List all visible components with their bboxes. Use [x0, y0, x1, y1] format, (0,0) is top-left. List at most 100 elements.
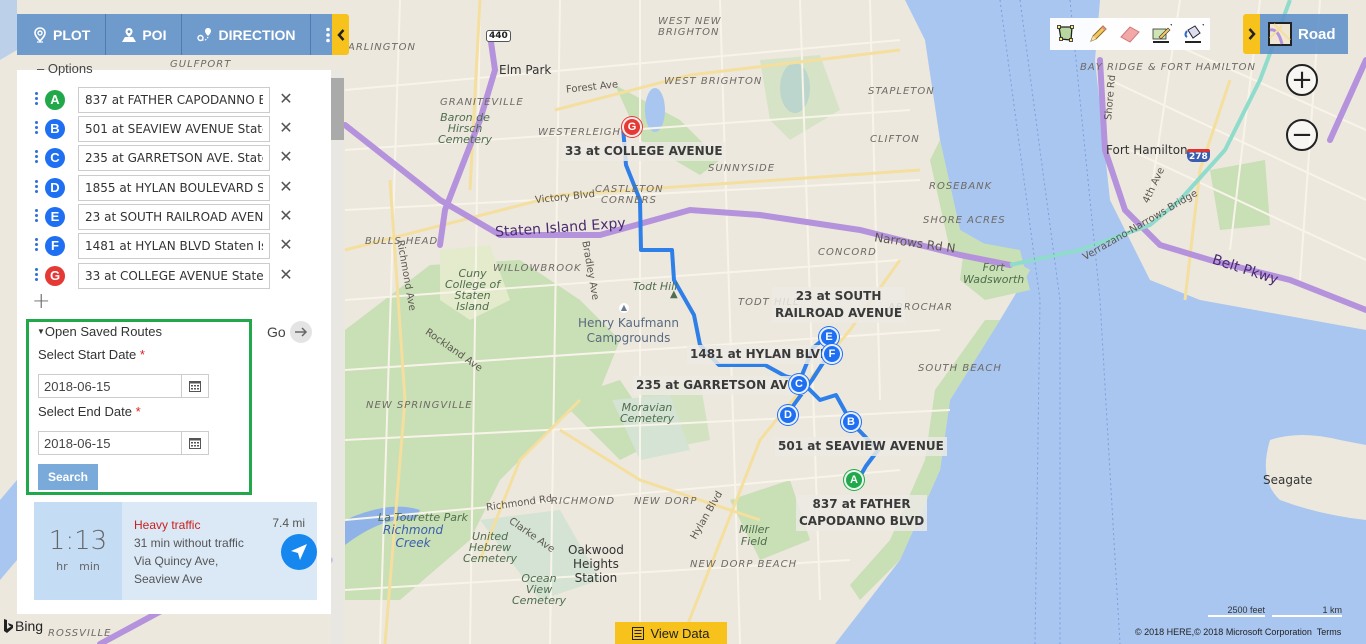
eraser-tool-button[interactable]: [1119, 23, 1141, 45]
place-henry-kaufmann: Henry Kaufmann Campgrounds: [578, 316, 679, 346]
map-style-button[interactable]: Road: [1260, 14, 1348, 54]
drag-handle-icon[interactable]: [35, 209, 39, 225]
park-ocean-view: Ocean View Cemetery: [512, 573, 566, 606]
map-pin-c-letter: C: [795, 378, 803, 390]
neighborhood-label: CLIFTON: [870, 134, 920, 145]
zoom-in-button[interactable]: +: [1286, 64, 1318, 96]
paint-bucket-icon: [1184, 24, 1204, 43]
waypoint-input-d[interactable]: [78, 175, 270, 201]
navigation-arrow-icon: [291, 544, 307, 560]
water-richmond-creek: Richmond Creek: [383, 524, 443, 550]
waypoint-input-a[interactable]: [78, 87, 270, 113]
saved-routes-toggle[interactable]: ▼Open Saved Routes: [37, 324, 162, 339]
zoom-out-button[interactable]: −: [1286, 119, 1318, 151]
park-united-hebrew: United Hebrew Cemetery: [463, 531, 517, 564]
map-pin-b[interactable]: B: [843, 414, 859, 430]
saved-routes-section: ▼Open Saved Routes Select Start Date * S…: [26, 319, 252, 495]
plot-button[interactable]: PLOT: [17, 14, 107, 55]
map-pin-c[interactable]: C: [791, 376, 807, 392]
end-date-input[interactable]: [39, 432, 182, 454]
poi-label: POI: [142, 26, 167, 43]
waypoint-input-f[interactable]: [78, 233, 270, 259]
map-pin-f[interactable]: F: [824, 346, 840, 362]
remove-waypoint-icon[interactable]: ✕: [277, 177, 295, 197]
go-label: Go: [267, 324, 286, 340]
waypoint-row: B ✕: [35, 116, 325, 142]
eraser-icon: [1120, 26, 1140, 43]
view-data-label: View Data: [650, 625, 710, 641]
waypoint-badge-e: E: [45, 207, 65, 227]
fill-style-button[interactable]: [1183, 23, 1205, 45]
map-pin-f-letter: F: [828, 348, 836, 360]
polygon-tool-button[interactable]: [1055, 23, 1077, 45]
plus-icon: +: [1291, 65, 1313, 95]
start-date-input[interactable]: [39, 375, 182, 397]
search-button[interactable]: Search: [38, 464, 98, 490]
stop-label-e-line: 23 at SOUTH: [795, 289, 882, 303]
calendar-icon[interactable]: [181, 432, 208, 454]
waypoint-input-b[interactable]: [78, 116, 270, 142]
pencil-tool-button[interactable]: [1087, 23, 1109, 45]
remove-waypoint-icon[interactable]: ✕: [277, 265, 295, 285]
copyright: © 2018 HERE,© 2018 Microsoft Corporation…: [1135, 627, 1341, 637]
waypoint-input-g[interactable]: [78, 263, 270, 289]
place-seagate: Seagate: [1263, 473, 1313, 487]
map-pin-d[interactable]: D: [780, 407, 796, 423]
plot-label: PLOT: [53, 26, 91, 43]
remove-waypoint-icon[interactable]: ✕: [277, 147, 295, 167]
drag-handle-icon[interactable]: [35, 180, 39, 196]
drag-handle-icon[interactable]: [35, 150, 39, 166]
collapse-panel-button[interactable]: [332, 14, 349, 55]
directions-panel: – Options A ✕ B ✕ C ✕ D ✕ E ✕ F ✕ G: [17, 61, 331, 614]
map-pin-g[interactable]: G: [624, 119, 640, 135]
place-henry-line: Campgrounds: [586, 331, 671, 345]
drag-handle-icon[interactable]: [35, 92, 39, 108]
remove-waypoint-icon[interactable]: ✕: [277, 235, 295, 255]
water-richmond-line: Creek: [395, 536, 431, 550]
drag-handle-icon[interactable]: [35, 238, 39, 254]
navigate-button[interactable]: [281, 534, 317, 570]
map-pin-e[interactable]: E: [821, 329, 837, 345]
place-oakwood: Oakwood Heights Station: [568, 543, 624, 585]
expand-map-style-button[interactable]: [1243, 14, 1260, 54]
saved-routes-header: Open Saved Routes: [44, 324, 162, 339]
direction-button[interactable]: DIRECTION: [182, 14, 312, 55]
add-waypoint-button[interactable]: +: [32, 291, 50, 313]
panel-scrollbar[interactable]: [331, 70, 344, 644]
calendar-icon[interactable]: [181, 375, 208, 397]
neighborhood-label: GULFPORT: [170, 59, 232, 70]
waypoint-input-e[interactable]: [78, 204, 270, 230]
campground-icon: ▲: [619, 303, 629, 313]
waypoint-badge-c: C: [45, 148, 65, 168]
map-pin-e-letter: E: [825, 331, 833, 343]
view-data-button[interactable]: View Data: [615, 622, 727, 644]
go-button[interactable]: Go: [267, 321, 312, 343]
drag-handle-icon[interactable]: [35, 268, 39, 284]
drag-handle-icon[interactable]: [35, 121, 39, 137]
neighborhood-label: SHORE ACRES: [923, 215, 1006, 226]
options-toggle[interactable]: – Options: [37, 61, 93, 76]
scrollbar-thumb[interactable]: [331, 78, 344, 140]
waypoint-input-c[interactable]: [78, 145, 270, 171]
park-cuny: Cuny College of Staten Island: [445, 268, 500, 312]
bing-logo[interactable]: Bing: [3, 618, 43, 634]
remove-waypoint-icon[interactable]: ✕: [277, 206, 295, 226]
waypoint-row: E ✕: [35, 204, 325, 230]
list-icon: [632, 626, 645, 640]
poi-button[interactable]: POI: [106, 14, 183, 55]
line-style-button[interactable]: [1151, 23, 1173, 45]
route-summary-card[interactable]: 1:13 hr min Heavy traffic 31 min without…: [34, 502, 317, 600]
main-toolbar: PLOT POI DIRECTION: [17, 14, 346, 55]
map-pin-a[interactable]: A: [846, 472, 862, 488]
remove-waypoint-icon[interactable]: ✕: [277, 118, 295, 138]
terms-link[interactable]: Terms: [1317, 627, 1342, 637]
map-pin-b-letter: B: [847, 416, 855, 428]
edit-line-icon: [1152, 24, 1172, 43]
via-line-1: Via Quincy Ave,: [134, 554, 219, 568]
stop-label-b: 501 at SEAVIEW AVENUE: [775, 437, 947, 456]
neighborhood-label: ARLINGTON: [348, 42, 416, 53]
park-baron-line: Cemetery: [438, 133, 493, 146]
park-miller-line: Field: [740, 535, 768, 548]
polygon-icon: [1057, 25, 1074, 42]
remove-waypoint-icon[interactable]: ✕: [277, 89, 295, 109]
